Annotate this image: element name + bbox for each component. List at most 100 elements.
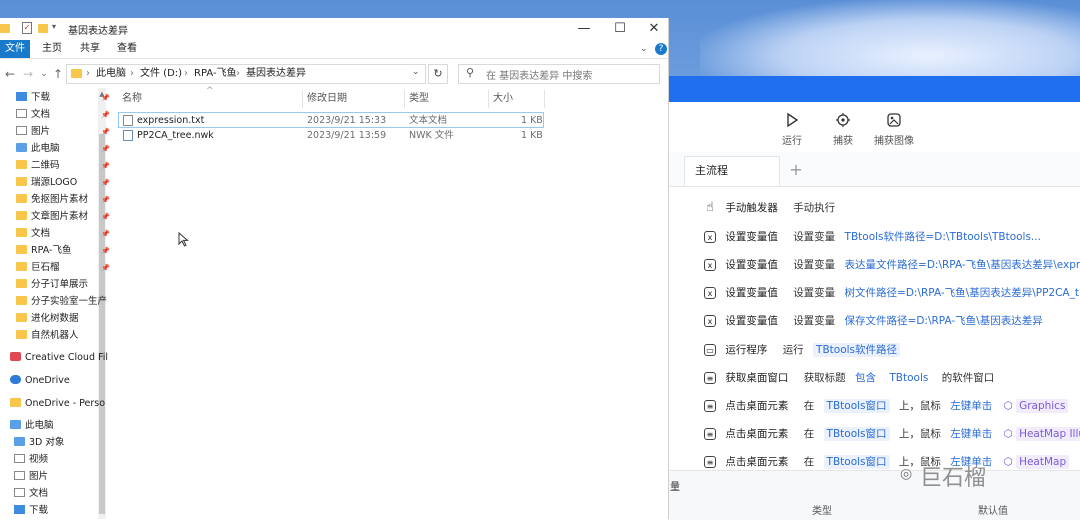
column-header-type[interactable]: 类型 [409, 92, 429, 106]
flow-step[interactable]: x 设置变量值 设置变量 树文件路径=D:\RPA-飞鱼\基因表达差异\PP2C… [704, 283, 1080, 303]
flow-step-desc: 在 [803, 400, 815, 412]
refresh-button[interactable]: ↻ [428, 64, 448, 84]
sidebar-item[interactable]: RPA-飞鱼 📌 [0, 243, 114, 259]
sidebar-item[interactable]: 此电脑 📌 [0, 141, 114, 157]
sidebar-item[interactable]: 此电脑 [0, 418, 108, 434]
variables-panel [668, 470, 1080, 520]
flow-step[interactable]: x 设置变量值 设置变量 保存文件路径=D:\RPA-飞鱼\基因表达差异 [704, 311, 1043, 331]
flow-step[interactable]: x 设置变量值 设置变量 TBtools软件路径=D:\TBtools\TBto… [704, 227, 1041, 247]
variable-icon: x [704, 315, 716, 327]
sidebar-item[interactable]: 二维码 📌 [0, 158, 114, 174]
help-icon[interactable]: ? [655, 43, 667, 55]
tab-main-flow[interactable]: 主流程 [684, 156, 780, 186]
sidebar-item[interactable]: OneDrive - Perso [0, 396, 108, 412]
variable-icon: x [704, 287, 716, 299]
sidebar-item[interactable]: 图片 [0, 469, 112, 485]
flow-step[interactable]: ☝ 手动触发器 手动执行 [704, 198, 841, 218]
pin-icon[interactable]: 📌 [101, 124, 110, 140]
column-header-name[interactable]: 名称 [122, 92, 142, 106]
play-icon [787, 112, 799, 128]
flow-step-name: 点击桌面元素 [725, 400, 789, 412]
column-divider[interactable] [302, 90, 303, 108]
customize-toolbar-icon[interactable]: ▾ [52, 22, 56, 31]
maximize-button[interactable]: ☐ [602, 18, 638, 40]
pin-icon[interactable]: 📌 [101, 175, 110, 191]
sidebar-item[interactable]: 免抠图片素材 📌 [0, 192, 114, 208]
pin-icon[interactable]: 📌 [101, 90, 110, 106]
column-divider[interactable] [404, 90, 405, 108]
sidebar-item[interactable]: 文章图片素材 📌 [0, 209, 114, 225]
column-header-size[interactable]: 大小 [493, 92, 513, 106]
breadcrumb-this-pc[interactable]: 此电脑 [96, 67, 126, 81]
sidebar-item[interactable]: 文档 📌 [0, 226, 114, 242]
mouse-cursor-icon [178, 232, 189, 247]
sidebar-item[interactable]: 下载 📌 [0, 90, 114, 106]
column-divider[interactable] [488, 90, 489, 108]
sidebar-item[interactable]: 下载 [0, 503, 112, 519]
breadcrumb-current-folder[interactable]: 基因表达差异 [246, 67, 306, 81]
file-row[interactable]: PP2CA_tree.nwk 2023/9/21 13:59 NWK 文件 1 … [118, 128, 544, 144]
tab-view[interactable]: 查看 [117, 40, 137, 58]
flow-step[interactable]: x 设置变量值 设置变量 表达量文件路径=D:\RPA-飞鱼\基因表达差异\ex… [704, 255, 1080, 275]
flow-step[interactable]: ≡ 点击桌面元素 在 TBtools窗口 上，鼠标 左键单击 ⬡ HeatMap… [704, 424, 1080, 444]
back-arrow-icon[interactable]: ← [2, 64, 18, 84]
address-dropdown-icon[interactable]: ⌄ [412, 67, 420, 77]
properties-icon[interactable]: ✓ [22, 22, 32, 34]
breadcrumb-rpa[interactable]: RPA-飞鱼 [194, 67, 237, 81]
flow-step[interactable]: ≡ 获取桌面窗口 获取标题 包含 TBtools 的软件窗口 [704, 368, 1000, 388]
sort-ascending-icon: ^ [206, 86, 214, 96]
forward-arrow-icon[interactable]: → [20, 64, 36, 84]
new-folder-icon[interactable] [38, 24, 48, 33]
sidebar-item-label: 3D 对象 [29, 437, 65, 448]
pin-icon[interactable]: 📌 [101, 107, 110, 123]
minimize-button[interactable]: — [566, 18, 602, 40]
sidebar-item[interactable]: 瑞源LOGO 📌 [0, 175, 114, 191]
folder-icon [16, 296, 27, 305]
sidebar-item[interactable]: 图片 📌 [0, 124, 114, 140]
sidebar-item[interactable]: 视频 [0, 452, 112, 468]
column-divider[interactable] [544, 90, 545, 108]
sidebar-item-label: 巨石榴 [31, 262, 60, 273]
flow-step-name: 点击桌面元素 [725, 428, 789, 440]
tab-file[interactable]: 文件 [0, 40, 30, 58]
flow-step[interactable]: ≡ 点击桌面元素 在 TBtools窗口 上，鼠标 左键单击 ⬡ Graphic… [704, 396, 1069, 416]
sidebar-item[interactable]: 进化树数据 [0, 311, 114, 327]
sidebar-item[interactable]: 分子订单展示 [0, 277, 114, 293]
sidebar-item[interactable]: 文档 [0, 486, 112, 502]
sidebar-item[interactable]: 3D 对象 [0, 435, 112, 451]
pin-icon[interactable]: 📌 [101, 192, 110, 208]
sidebar-item[interactable]: 巨石榴 📌 [0, 260, 114, 276]
pin-icon[interactable]: 📌 [101, 226, 110, 242]
pin-icon[interactable]: 📌 [101, 141, 110, 157]
sidebar-item-label: 下载 [31, 92, 51, 103]
pin-icon[interactable]: 📌 [101, 209, 110, 225]
folder-icon [16, 245, 27, 254]
column-header-date[interactable]: 修改日期 [307, 92, 347, 106]
up-arrow-icon[interactable]: ↑ [50, 64, 66, 84]
sidebar-item[interactable]: 分子实验室一生产 [0, 294, 114, 310]
sidebar-item[interactable]: Creative Cloud Fil [0, 350, 108, 366]
file-row[interactable]: expression.txt 2023/9/21 15:33 文本文档 1 KB [118, 112, 544, 128]
flow-step-desc: 在 [803, 428, 815, 440]
tab-share[interactable]: 共享 [80, 40, 100, 58]
sidebar-item[interactable]: 自然机器人 [0, 328, 114, 344]
sidebar-item[interactable]: 文档 📌 [0, 107, 114, 123]
pin-icon[interactable]: 📌 [101, 158, 110, 174]
add-tab-button[interactable]: + [786, 158, 806, 184]
close-button[interactable]: ✕ [636, 18, 672, 40]
breadcrumb-drive-d[interactable]: 文件 (D:) [140, 67, 182, 81]
expand-ribbon-icon[interactable]: ⌄ [640, 40, 648, 58]
sidebar-item-label: 二维码 [31, 160, 60, 171]
flow-step[interactable]: ▭ 运行程序 运行 TBtools软件路径 [704, 340, 906, 360]
capture-image-button[interactable]: 捕获图像 [864, 112, 924, 147]
breadcrumb-separator: › [86, 68, 90, 79]
click-element-icon: ≡ [704, 400, 716, 412]
sidebar-item[interactable]: OneDrive [0, 373, 108, 389]
flow-step[interactable]: ≡ 点击桌面元素 在 TBtools窗口 上，鼠标 左键单击 ⬡ HeatMap [704, 452, 1070, 472]
pin-icon[interactable]: 📌 [101, 243, 110, 259]
folder-icon [16, 177, 27, 186]
sidebar-item-label: 自然机器人 [31, 330, 79, 341]
pin-icon[interactable]: 📌 [101, 260, 110, 276]
tab-home[interactable]: 主页 [42, 40, 62, 58]
sidebar-item-label: 此电脑 [31, 143, 60, 154]
